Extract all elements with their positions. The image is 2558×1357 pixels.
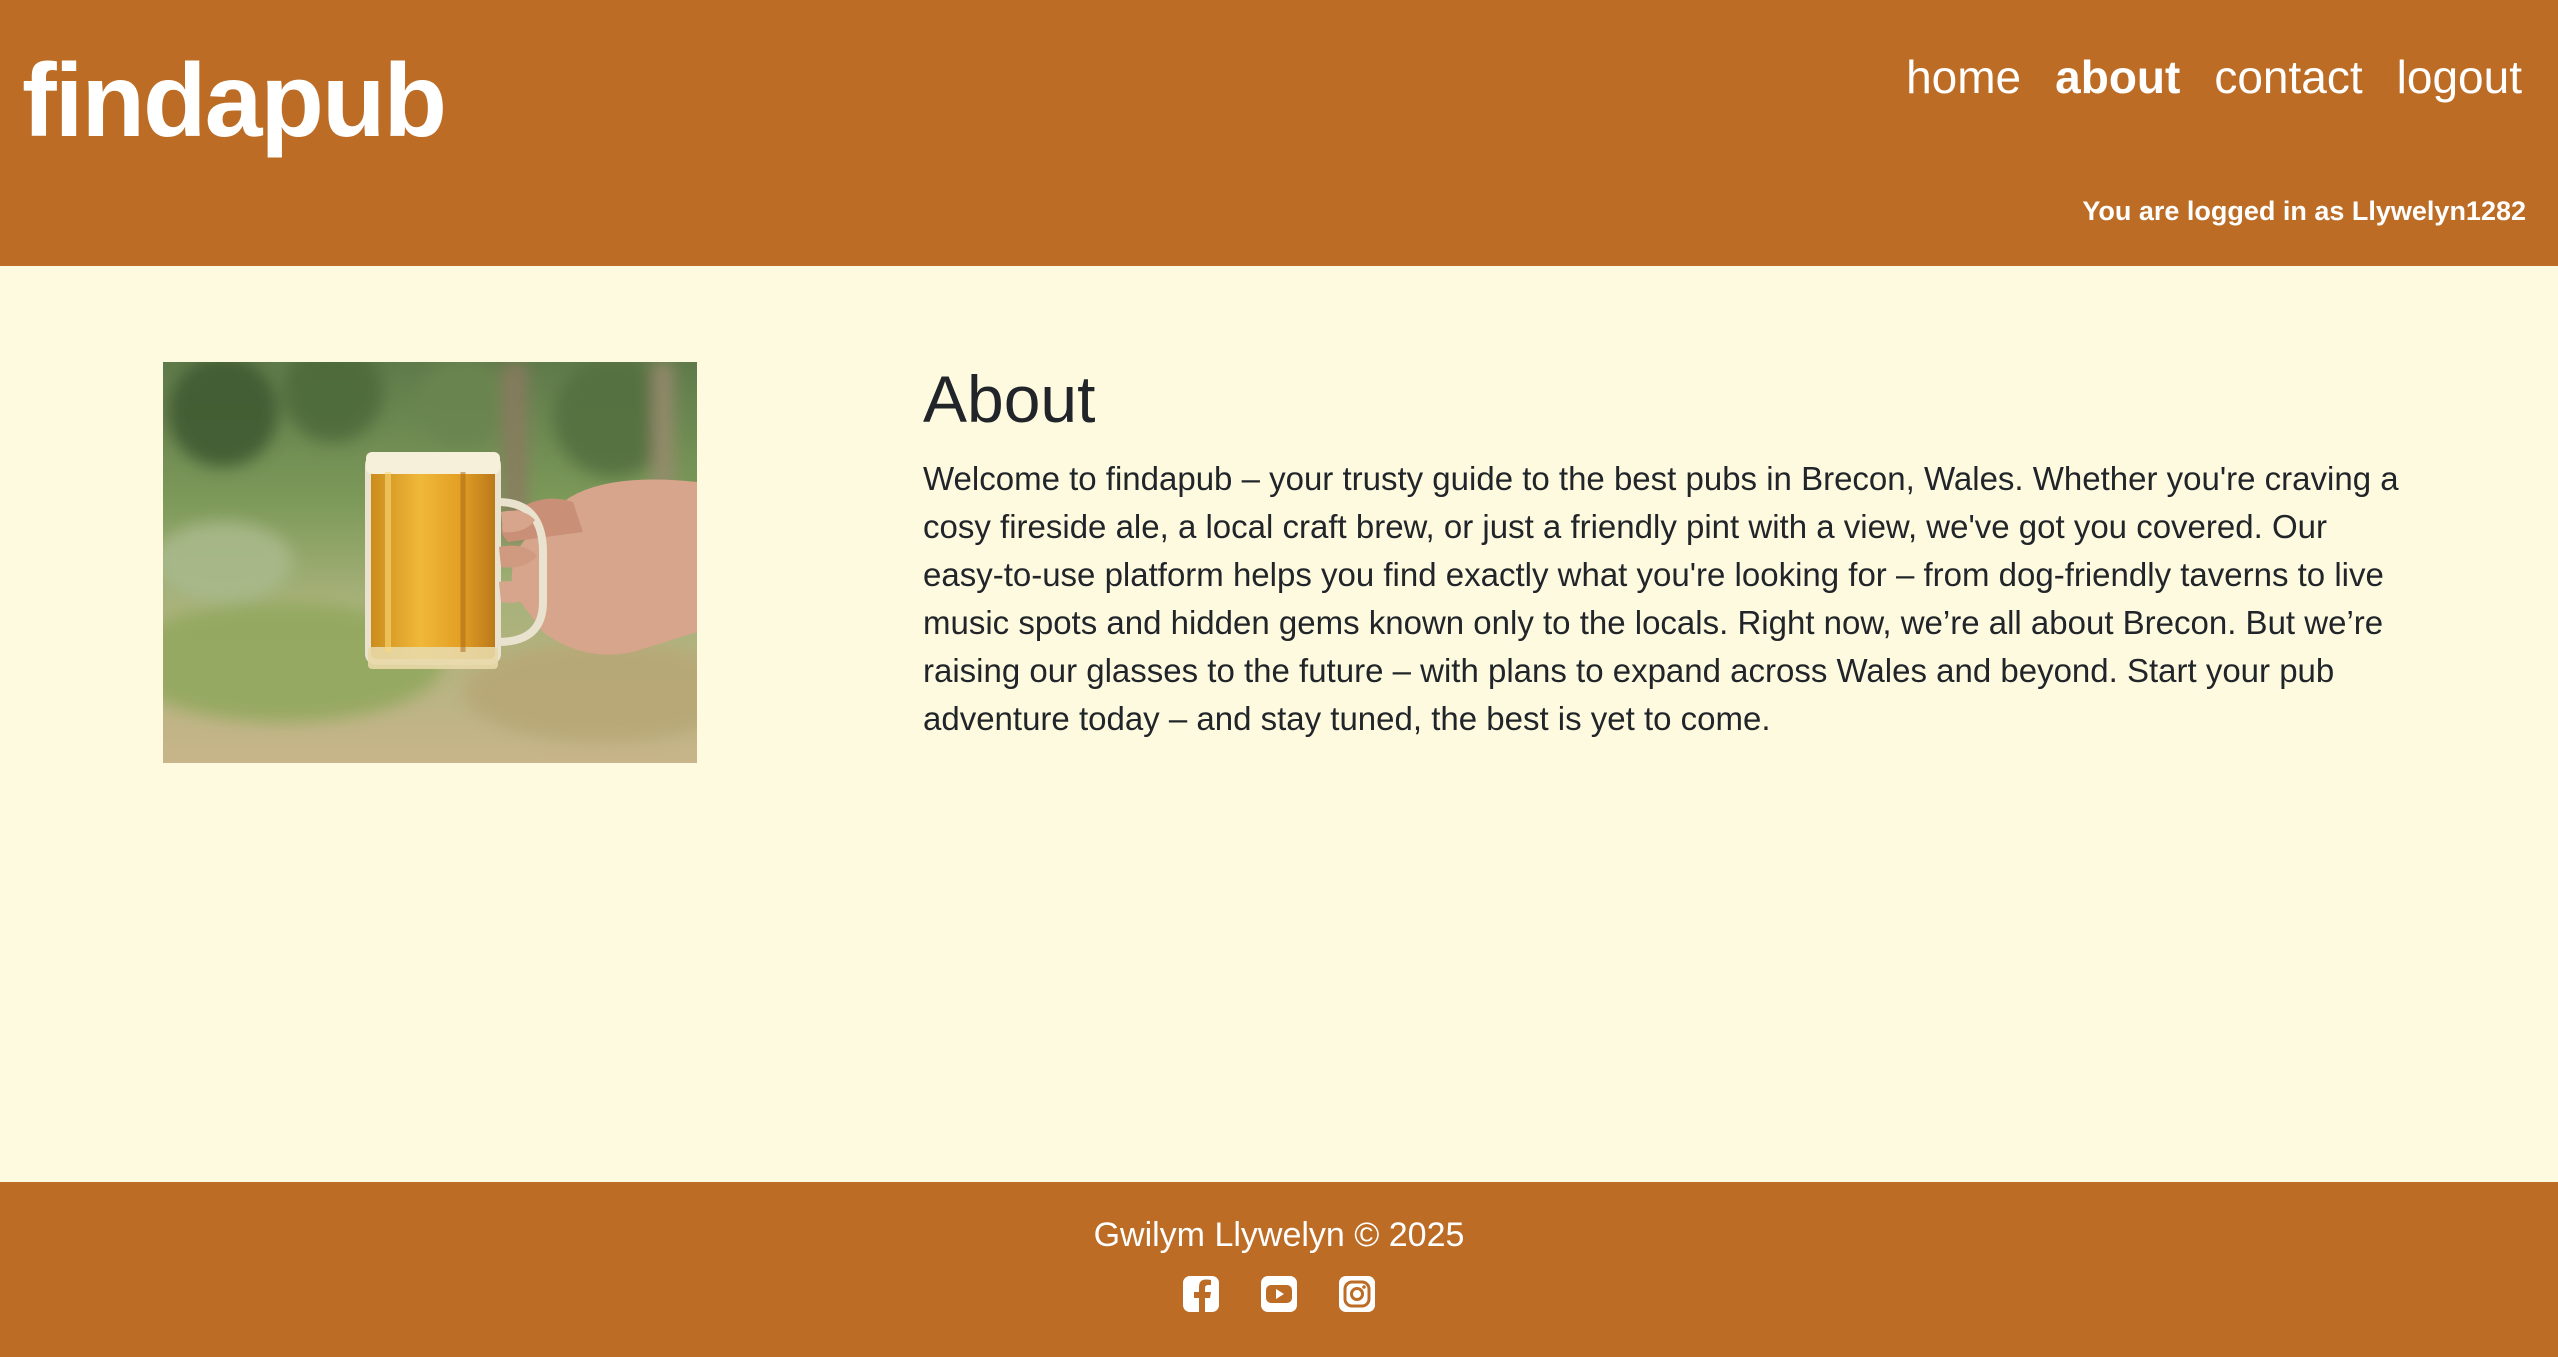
beer-mug-photo <box>163 362 697 763</box>
login-status: You are logged in as Llywelyn1282 <box>2082 196 2526 226</box>
social-links <box>0 1274 2558 1314</box>
page-title: About <box>923 362 1096 436</box>
site-footer: Gwilym Llywelyn © 2025 <box>0 1182 2558 1357</box>
about-section: About Welcome to findapub – your trusty … <box>923 360 2403 743</box>
site-header: findapub home about contact logout You a… <box>0 0 2558 266</box>
nav-home-link[interactable]: home <box>1906 50 2021 105</box>
nav-contact-link[interactable]: contact <box>2214 50 2362 105</box>
youtube-icon[interactable] <box>1259 1274 1299 1314</box>
facebook-icon[interactable] <box>1181 1274 1221 1314</box>
main-nav: home about contact logout <box>1906 50 2522 105</box>
site-logo[interactable]: findapub <box>22 42 447 162</box>
nav-logout-link[interactable]: logout <box>2397 50 2522 105</box>
copyright-text: Gwilym Llywelyn © 2025 <box>1093 1216 1465 1254</box>
page: findapub home about contact logout You a… <box>0 0 2558 1357</box>
about-text: Welcome to findapub – your trusty guide … <box>923 460 2399 738</box>
nav-about-link[interactable]: about <box>2055 50 2180 105</box>
instagram-icon[interactable] <box>1337 1274 1377 1314</box>
